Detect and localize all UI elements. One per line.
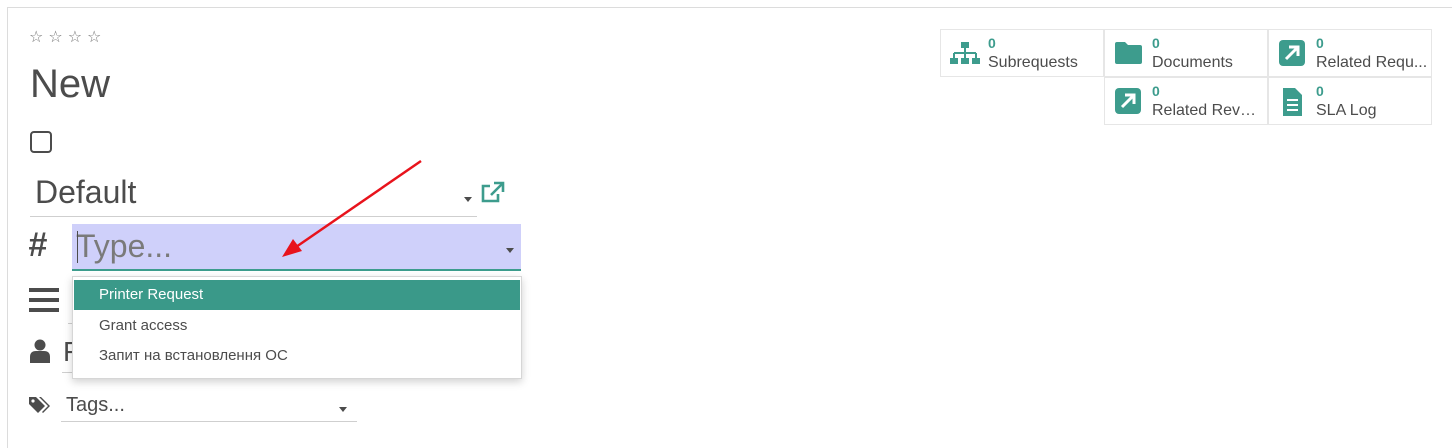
star-icon[interactable]: ☆ bbox=[68, 30, 82, 46]
dropdown-item[interactable]: Запит на встановлення ОС bbox=[74, 341, 520, 371]
user-icon bbox=[30, 339, 50, 363]
field-underline bbox=[62, 372, 72, 373]
type-dropdown: Printer Request Grant access Запит на вс… bbox=[72, 276, 522, 379]
smart-label: SLA Log bbox=[1316, 102, 1377, 119]
smart-count: 0 bbox=[1152, 35, 1160, 51]
related-requests-button[interactable]: 0 Related Requ... bbox=[1268, 29, 1432, 77]
priority-stars: ☆ ☆ ☆ ☆ bbox=[29, 30, 101, 46]
smart-label: Related Requ... bbox=[1316, 54, 1428, 71]
related-reverse-button[interactable]: 0 Related Rever... bbox=[1104, 77, 1268, 125]
smart-count: 0 bbox=[1316, 35, 1324, 51]
list-icon bbox=[29, 288, 59, 312]
chevron-down-icon bbox=[339, 407, 347, 412]
type-select[interactable] bbox=[72, 224, 521, 271]
checkbox[interactable] bbox=[30, 131, 52, 153]
smart-label: Related Rever... bbox=[1152, 102, 1264, 119]
star-icon[interactable]: ☆ bbox=[48, 30, 62, 46]
tags-placeholder: Tags... bbox=[66, 394, 125, 416]
star-icon[interactable]: ☆ bbox=[87, 30, 101, 46]
service-select-value: Default bbox=[35, 174, 137, 210]
smart-count: 0 bbox=[1316, 83, 1324, 99]
chevron-down-icon bbox=[506, 248, 514, 253]
dropdown-item[interactable]: Printer Request bbox=[74, 280, 520, 310]
documents-button[interactable]: 0 Documents bbox=[1104, 29, 1268, 77]
text-cursor bbox=[77, 231, 78, 263]
external-arrow-icon bbox=[1115, 88, 1141, 114]
sitemap-icon bbox=[950, 42, 980, 64]
hash-icon: # bbox=[28, 226, 47, 264]
service-select[interactable]: Default bbox=[30, 172, 477, 217]
smart-count: 0 bbox=[988, 35, 996, 51]
chevron-down-icon bbox=[464, 197, 472, 202]
tags-icon bbox=[29, 397, 50, 413]
page-title: New bbox=[30, 62, 111, 106]
document-icon bbox=[1283, 88, 1302, 116]
star-icon[interactable]: ☆ bbox=[29, 30, 43, 46]
smart-label: Documents bbox=[1152, 54, 1233, 71]
external-link-icon[interactable] bbox=[480, 180, 506, 204]
type-input[interactable] bbox=[76, 226, 496, 266]
subrequests-button[interactable]: 0 Subrequests bbox=[940, 29, 1104, 77]
smart-label: Subrequests bbox=[988, 54, 1078, 71]
tags-select[interactable]: Tags... bbox=[61, 393, 357, 422]
dropdown-item[interactable]: Grant access bbox=[74, 311, 520, 341]
sla-log-button[interactable]: 0 SLA Log bbox=[1268, 77, 1432, 125]
folder-icon bbox=[1115, 42, 1142, 64]
external-arrow-icon bbox=[1279, 40, 1305, 66]
smart-count: 0 bbox=[1152, 83, 1160, 99]
